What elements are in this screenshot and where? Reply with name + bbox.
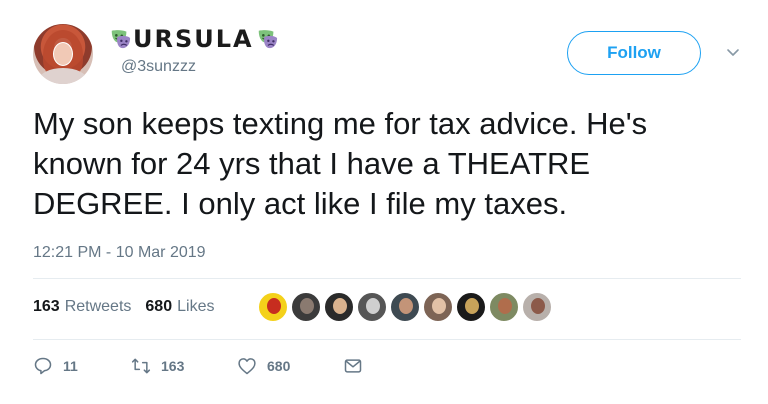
tweet-timestamp[interactable]: 12:21 PM - 10 Mar 2019 — [33, 244, 206, 262]
divider — [33, 339, 741, 340]
liker-avatar[interactable] — [357, 292, 387, 322]
theatre-masks-icon — [258, 30, 277, 49]
tweet-actions: 11 163 680 — [33, 356, 363, 376]
reply-icon — [34, 357, 52, 375]
liker-avatar[interactable] — [324, 292, 354, 322]
tweet-text: My son keeps texting me for tax advice. … — [33, 106, 648, 221]
liker-avatar[interactable] — [456, 292, 486, 322]
chevron-down-icon[interactable] — [725, 44, 741, 60]
follow-button[interactable]: Follow — [567, 31, 701, 75]
user-handle[interactable]: @3sunzzz — [121, 58, 196, 76]
reply-count: 11 — [63, 358, 78, 374]
liker-avatar[interactable] — [291, 292, 321, 322]
retweets-stat[interactable]: 163 Retweets — [33, 298, 131, 316]
retweets-label: Retweets — [64, 298, 132, 315]
divider — [33, 278, 741, 279]
display-name[interactable]: URSULA — [133, 27, 254, 51]
display-name-row[interactable]: URSULA — [109, 22, 278, 56]
retweets-count: 163 — [33, 298, 60, 315]
tweet-stats: 163 Retweets 680 Likes — [33, 298, 214, 316]
like-count: 680 — [267, 358, 291, 374]
liker-avatar[interactable] — [522, 292, 552, 322]
heart-icon — [238, 358, 256, 375]
retweet-count: 163 — [161, 358, 185, 374]
direct-message-button[interactable] — [343, 356, 363, 376]
liker-avatars — [258, 292, 552, 322]
likes-count: 680 — [145, 298, 173, 315]
likes-stat[interactable]: 680 Likes — [145, 298, 214, 316]
profile-avatar[interactable] — [33, 24, 93, 84]
liker-avatar[interactable] — [258, 292, 288, 322]
retweet-icon — [131, 358, 151, 374]
liker-avatar[interactable] — [390, 292, 420, 322]
like-button[interactable]: 680 — [237, 356, 343, 376]
tweet-header: URSULA @3sunzzz Follow — [33, 22, 753, 86]
likes-label: Likes — [177, 298, 215, 315]
retweet-button[interactable]: 163 — [131, 356, 237, 376]
theatre-masks-icon — [111, 30, 131, 49]
envelope-icon — [344, 359, 362, 373]
liker-avatar[interactable] — [489, 292, 519, 322]
reply-button[interactable]: 11 — [33, 356, 131, 376]
liker-avatar[interactable] — [423, 292, 453, 322]
